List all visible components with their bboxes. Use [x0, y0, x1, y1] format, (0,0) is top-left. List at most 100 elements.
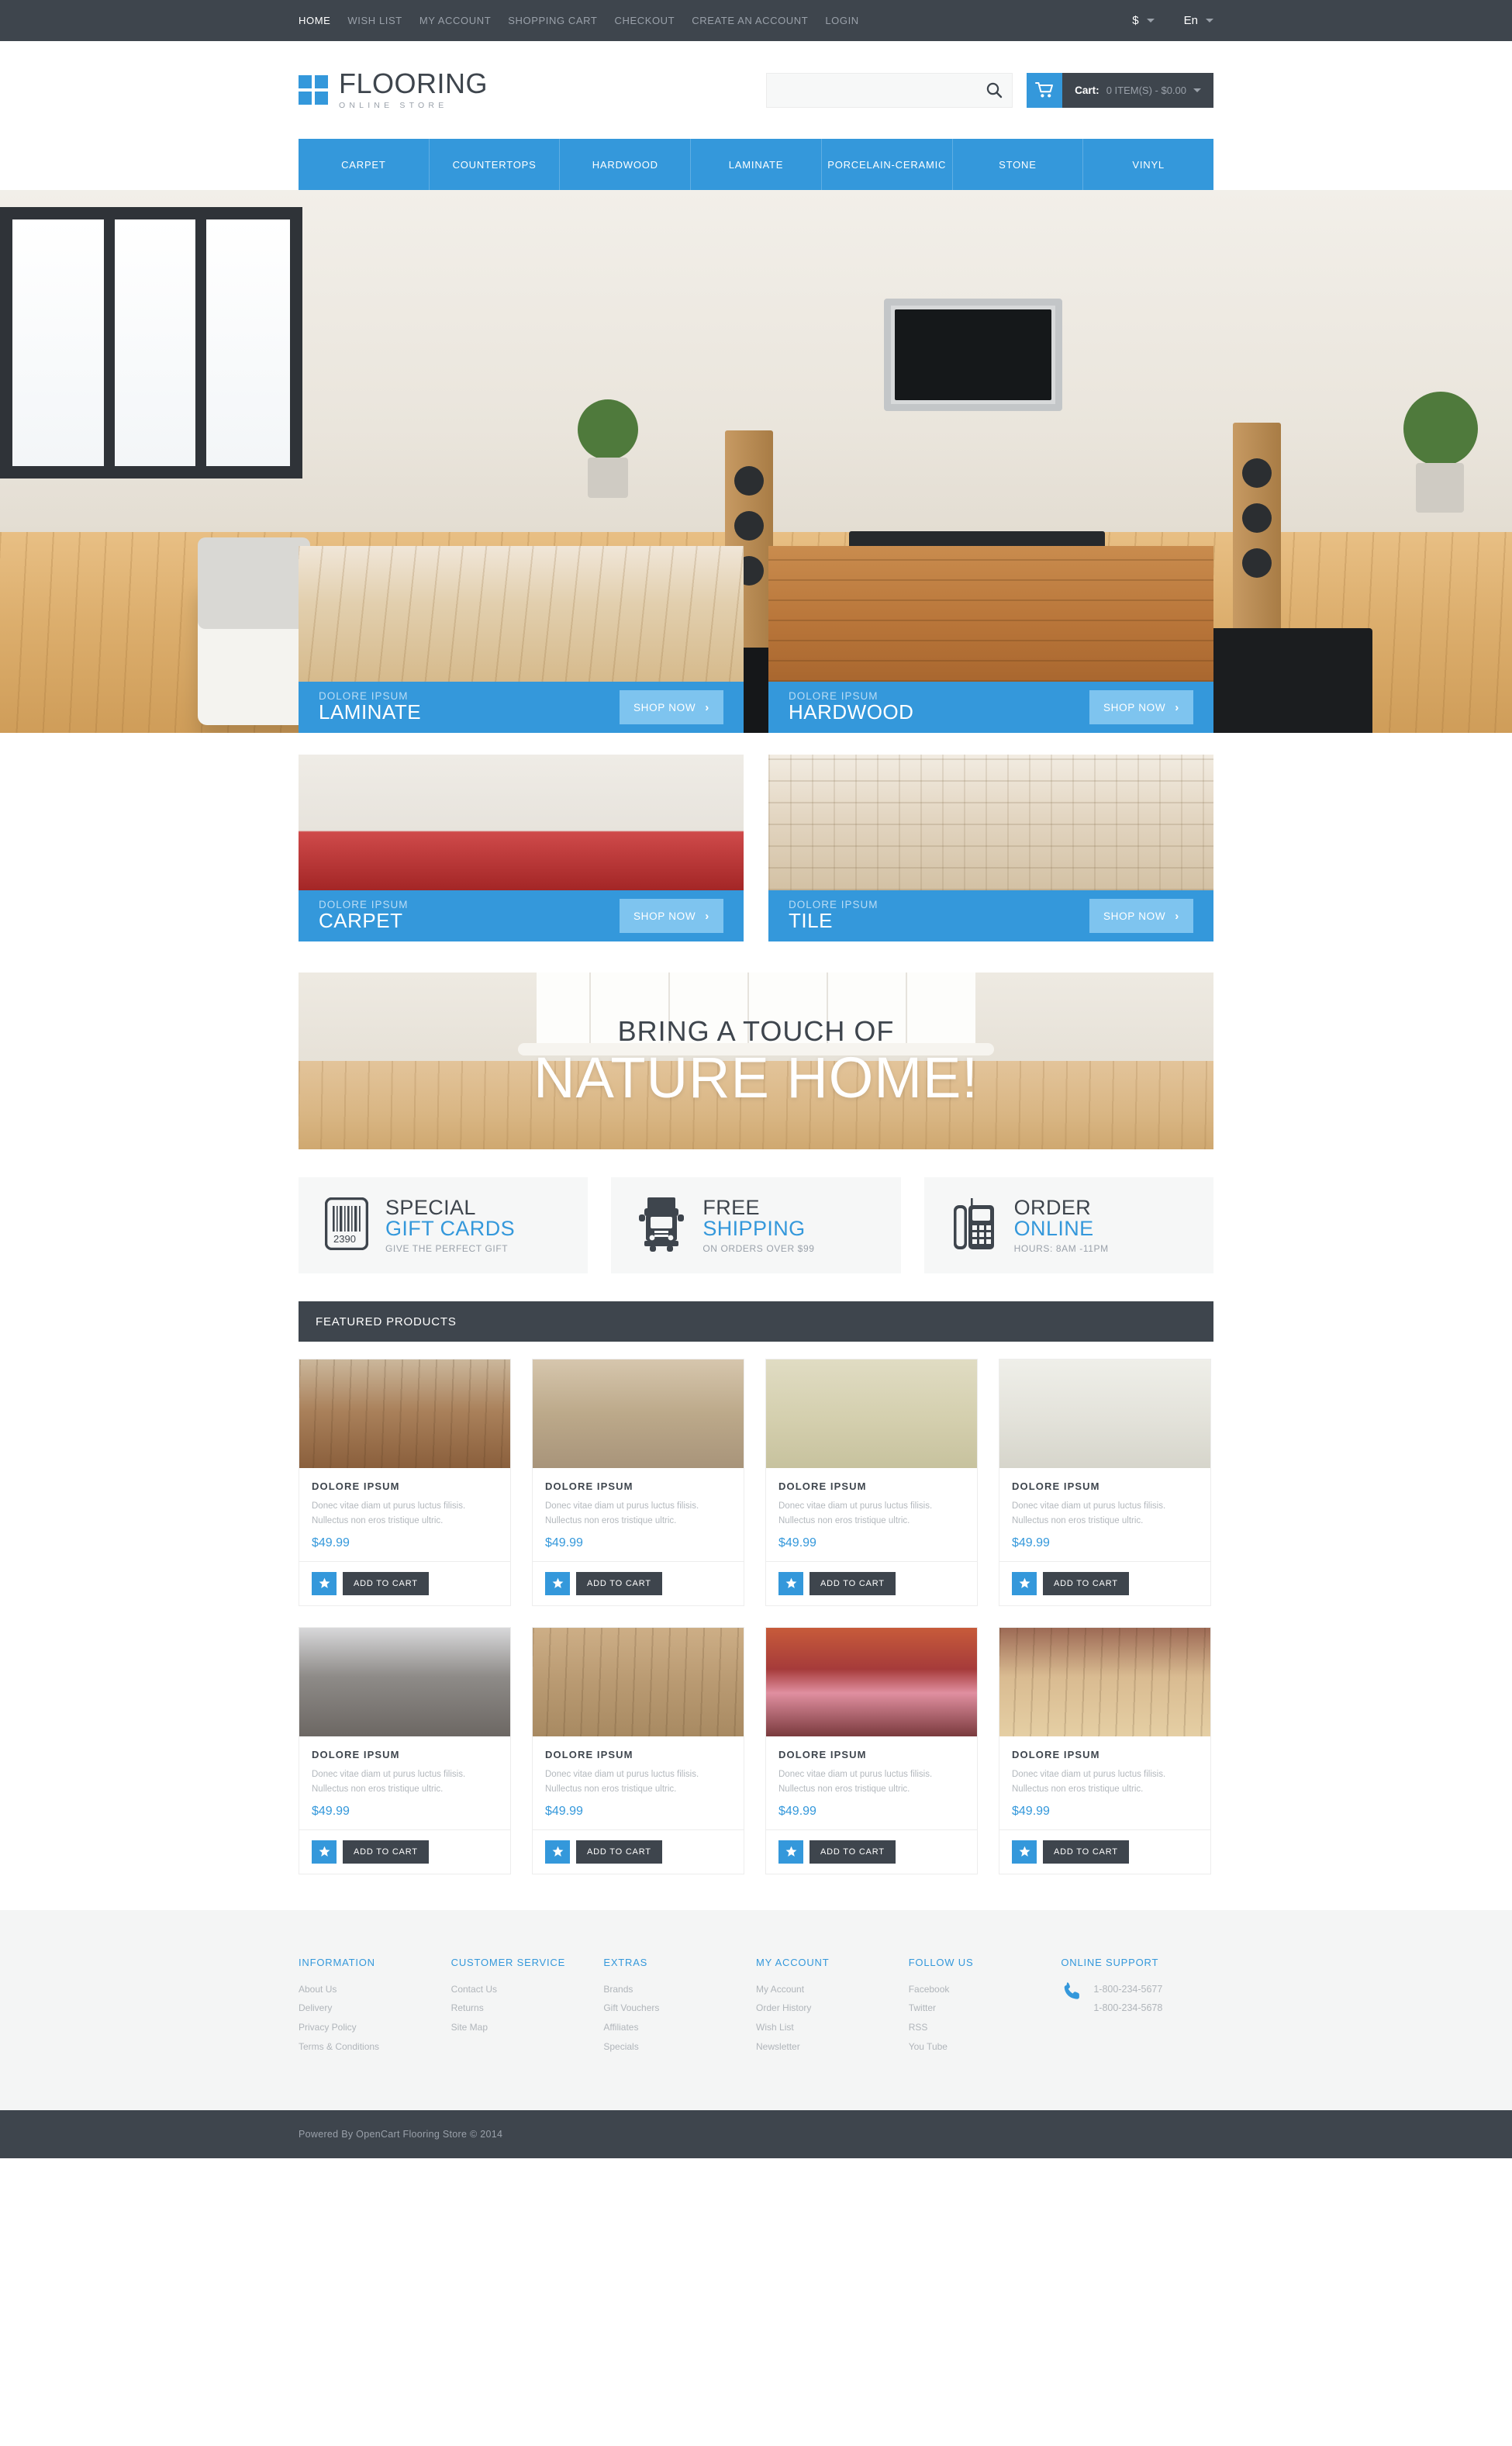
footer-link[interactable]: You Tube: [909, 2037, 1062, 2057]
product-card[interactable]: DOLORE IPSUM Donec vitae diam ut purus l…: [765, 1359, 978, 1606]
nav-item-vinyl[interactable]: VINYL: [1083, 139, 1213, 190]
product-title[interactable]: DOLORE IPSUM: [1012, 1480, 1198, 1492]
footer-link[interactable]: Delivery: [299, 1999, 451, 2018]
product-card[interactable]: DOLORE IPSUM Donec vitae diam ut purus l…: [999, 1626, 1211, 1874]
add-to-cart-button[interactable]: ADD TO CART: [1043, 1840, 1129, 1864]
currency-selector[interactable]: $: [1132, 14, 1155, 27]
utility-nav: HOME WISH LIST MY ACCOUNT SHOPPING CART CHEC…: [299, 15, 859, 26]
add-to-cart-button[interactable]: ADD TO CART: [1043, 1571, 1129, 1595]
footer-link[interactable]: RSS: [909, 2018, 1062, 2037]
add-to-cart-button[interactable]: ADD TO CART: [576, 1571, 662, 1595]
product-price: $49.99: [545, 1536, 583, 1549]
utility-link-my-account[interactable]: MY ACCOUNT: [419, 15, 491, 26]
footer-link[interactable]: Gift Vouchers: [603, 1999, 756, 2018]
search-box[interactable]: [766, 72, 1013, 108]
product-image[interactable]: [533, 1627, 744, 1736]
footer-link[interactable]: Terms & Conditions: [299, 2037, 451, 2057]
nav-item-countertops[interactable]: COUNTERTOPS: [430, 139, 561, 190]
footer-link[interactable]: Specials: [603, 2037, 756, 2057]
product-title[interactable]: DOLORE IPSUM: [778, 1480, 965, 1492]
product-card[interactable]: DOLORE IPSUM Donec vitae diam ut purus l…: [532, 1359, 744, 1606]
product-card[interactable]: DOLORE IPSUM Donec vitae diam ut purus l…: [299, 1626, 511, 1874]
chevron-right-icon: ›: [705, 909, 709, 923]
cart-widget[interactable]: Cart: 0 ITEM(S) - $0.00: [1027, 72, 1213, 108]
utility-link-checkout[interactable]: CHECKOUT: [614, 15, 675, 26]
add-to-cart-button[interactable]: ADD TO CART: [810, 1840, 896, 1864]
language-selector[interactable]: En: [1184, 14, 1213, 27]
main-navigation: CARPET COUNTERTOPS HARDWOOD LAMINATE PORCELA…: [0, 139, 1512, 190]
add-to-wishlist-button[interactable]: [312, 1840, 337, 1864]
product-image[interactable]: [999, 1359, 1210, 1468]
add-to-cart-button[interactable]: ADD TO CART: [810, 1571, 896, 1595]
service-title-secondary: SHIPPING: [702, 1217, 806, 1241]
product-title[interactable]: DOLORE IPSUM: [778, 1749, 965, 1760]
footer-link[interactable]: Newsletter: [756, 2037, 909, 2057]
product-image[interactable]: [299, 1359, 510, 1468]
product-title[interactable]: DOLORE IPSUM: [312, 1749, 498, 1760]
support-phone[interactable]: 1-800-234-5678: [1093, 1999, 1162, 2017]
category-card-tile[interactable]: DOLORE IPSUM TILE SHOP NOW ›: [768, 755, 1213, 941]
category-card-title: HARDWOOD: [789, 700, 914, 724]
service-free-shipping: FREE SHIPPING ON ORDERS OVER $99: [611, 1177, 901, 1273]
product-card[interactable]: DOLORE IPSUM Donec vitae diam ut purus l…: [999, 1359, 1211, 1606]
chevron-right-icon: ›: [1175, 909, 1179, 923]
product-description: Donec vitae diam ut purus luctus filisis…: [312, 1769, 466, 1794]
footer-link[interactable]: Contact Us: [451, 1980, 604, 1999]
footer-link[interactable]: Returns: [451, 1999, 604, 2018]
nav-item-hardwood[interactable]: HARDWOOD: [560, 139, 692, 190]
product-image[interactable]: [533, 1359, 744, 1468]
shop-now-button[interactable]: SHOP NOW ›: [619, 899, 723, 933]
add-to-cart-button[interactable]: ADD TO CART: [576, 1840, 662, 1864]
product-title[interactable]: DOLORE IPSUM: [545, 1749, 731, 1760]
site-logo[interactable]: FLOORING ONLINE STORE: [299, 70, 488, 110]
product-image[interactable]: [766, 1359, 977, 1468]
utility-link-wish-list[interactable]: WISH LIST: [347, 15, 402, 26]
utility-link-login[interactable]: LOGIN: [825, 15, 858, 26]
footer-link[interactable]: Brands: [603, 1980, 756, 1999]
add-to-cart-button[interactable]: ADD TO CART: [343, 1571, 429, 1595]
add-to-wishlist-button[interactable]: [1012, 1840, 1037, 1864]
footer-link[interactable]: Affiliates: [603, 2018, 756, 2037]
footer-link[interactable]: Order History: [756, 1999, 909, 2018]
shop-now-button[interactable]: SHOP NOW ›: [619, 690, 723, 724]
product-image[interactable]: [766, 1627, 977, 1736]
currency-value: $: [1132, 14, 1139, 27]
utility-link-create-an-account[interactable]: CREATE AN ACCOUNT: [692, 15, 808, 26]
utility-link-home[interactable]: HOME: [299, 15, 330, 26]
utility-link-shopping-cart[interactable]: SHOPPING CART: [508, 15, 597, 26]
footer-link[interactable]: Twitter: [909, 1999, 1062, 2018]
nav-item-carpet[interactable]: CARPET: [299, 139, 430, 190]
nav-item-stone[interactable]: STONE: [953, 139, 1084, 190]
product-card[interactable]: DOLORE IPSUM Donec vitae diam ut purus l…: [765, 1626, 978, 1874]
nav-item-porcelain-ceramic[interactable]: PORCELAIN-CERAMIC: [822, 139, 953, 190]
product-card[interactable]: DOLORE IPSUM Donec vitae diam ut purus l…: [532, 1626, 744, 1874]
shop-now-button[interactable]: SHOP NOW ›: [1089, 899, 1193, 933]
footer-link[interactable]: Facebook: [909, 1980, 1062, 1999]
product-title[interactable]: DOLORE IPSUM: [545, 1480, 731, 1492]
nav-item-laminate[interactable]: LAMINATE: [691, 139, 822, 190]
footer-link[interactable]: Wish List: [756, 2018, 909, 2037]
footer-link[interactable]: Privacy Policy: [299, 2018, 451, 2037]
search-input[interactable]: [776, 84, 986, 96]
add-to-wishlist-button[interactable]: [778, 1840, 803, 1864]
support-phone[interactable]: 1-800-234-5677: [1093, 1980, 1162, 1999]
footer-link[interactable]: My Account: [756, 1980, 909, 1999]
add-to-cart-button[interactable]: ADD TO CART: [343, 1840, 429, 1864]
shop-now-button[interactable]: SHOP NOW ›: [1089, 690, 1193, 724]
footer-link[interactable]: About Us: [299, 1980, 451, 1999]
footer-link[interactable]: Site Map: [451, 2018, 604, 2037]
add-to-wishlist-button[interactable]: [312, 1571, 337, 1595]
product-image[interactable]: [999, 1627, 1210, 1736]
product-title[interactable]: DOLORE IPSUM: [312, 1480, 498, 1492]
search-button[interactable]: [986, 81, 1003, 98]
product-image[interactable]: [299, 1627, 510, 1736]
category-card-hardwood[interactable]: DOLORE IPSUM HARDWOOD SHOP NOW ›: [768, 546, 1213, 733]
add-to-wishlist-button[interactable]: [1012, 1571, 1037, 1595]
category-card-carpet[interactable]: DOLORE IPSUM CARPET SHOP NOW ›: [299, 755, 744, 941]
add-to-wishlist-button[interactable]: [545, 1571, 570, 1595]
category-card-laminate[interactable]: DOLORE IPSUM LAMINATE SHOP NOW ›: [299, 546, 744, 733]
product-title[interactable]: DOLORE IPSUM: [1012, 1749, 1198, 1760]
product-card[interactable]: DOLORE IPSUM Donec vitae diam ut purus l…: [299, 1359, 511, 1606]
add-to-wishlist-button[interactable]: [778, 1571, 803, 1595]
add-to-wishlist-button[interactable]: [545, 1840, 570, 1864]
